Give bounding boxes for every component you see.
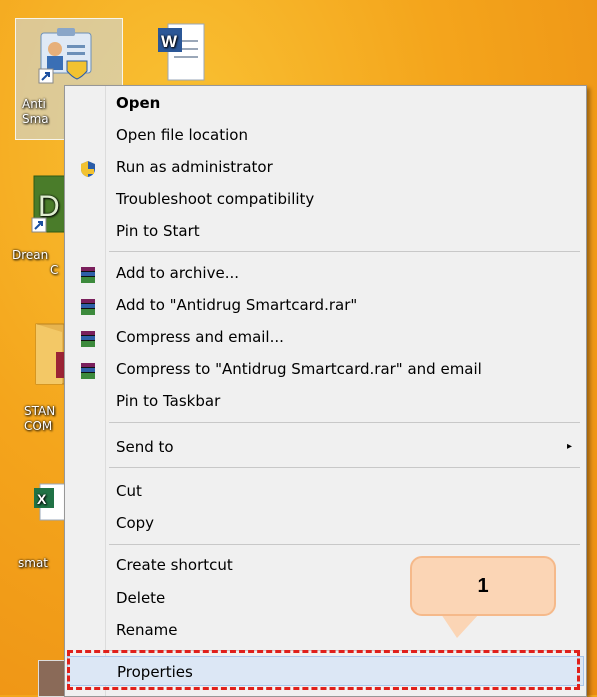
menu-item-open[interactable]: Open xyxy=(67,88,584,118)
menu-item-label: Rename xyxy=(116,621,178,639)
menu-item-troubleshoot-compatibility[interactable]: Troubleshoot compatibility xyxy=(67,184,584,214)
svg-text:W: W xyxy=(161,32,178,51)
menu-separator xyxy=(109,544,580,545)
menu-separator xyxy=(109,422,580,423)
desktop-icon-word-document[interactable]: W xyxy=(140,18,220,84)
menu-item-label: Compress and email... xyxy=(116,328,284,346)
desktop-icon-photo[interactable] xyxy=(38,660,66,697)
menu-separator xyxy=(109,251,580,252)
menu-item-label: Send to xyxy=(116,438,174,456)
properties-highlight-box xyxy=(67,650,580,690)
winrar-icon xyxy=(79,328,97,347)
svg-text:X: X xyxy=(37,491,47,507)
step-callout: 1 xyxy=(410,556,556,616)
menu-item-label: Create shortcut xyxy=(116,556,233,574)
uac-shield-icon xyxy=(79,158,97,177)
callout-pointer xyxy=(441,614,479,638)
menu-item-send-to[interactable]: Send to ▸ xyxy=(67,432,584,462)
menu-item-label: Run as administrator xyxy=(116,158,273,176)
menu-item-label: Open file location xyxy=(116,126,248,144)
winrar-icon xyxy=(79,264,97,283)
menu-item-cut[interactable]: Cut xyxy=(67,476,584,506)
desktop-icon-folder[interactable]: STAN COM xyxy=(0,318,70,448)
menu-item-label: Open xyxy=(116,94,161,112)
menu-item-run-as-administrator[interactable]: Run as administrator xyxy=(67,152,584,182)
menu-item-add-to-archive[interactable]: Add to archive... xyxy=(67,258,584,288)
menu-item-compress-and-email[interactable]: Compress and email... xyxy=(67,322,584,352)
menu-item-label: Copy xyxy=(116,514,155,532)
word-document-icon: W xyxy=(150,18,210,82)
submenu-arrow-icon: ▸ xyxy=(566,441,572,452)
step-number: 1 xyxy=(477,574,489,597)
menu-item-pin-to-start[interactable]: Pin to Start xyxy=(67,216,584,246)
menu-item-label: Delete xyxy=(116,589,166,607)
winrar-icon xyxy=(79,296,97,315)
desktop-icon-label: smat xyxy=(18,556,48,570)
menu-item-open-file-location[interactable]: Open file location xyxy=(67,120,584,150)
menu-item-label: Cut xyxy=(116,482,142,500)
desktop-icon-label: Drean C xyxy=(12,248,59,277)
menu-item-label: Add to "Antidrug Smartcard.rar" xyxy=(116,296,358,314)
winrar-icon xyxy=(79,360,97,379)
app-shortcut-icon xyxy=(37,25,101,89)
menu-item-copy[interactable]: Copy xyxy=(67,508,584,538)
menu-item-rename[interactable]: Rename xyxy=(67,615,584,645)
desktop-icon-dream[interactable]: D Drean C xyxy=(0,172,71,292)
menu-item-add-to-rar[interactable]: Add to "Antidrug Smartcard.rar" xyxy=(67,290,584,320)
menu-item-pin-to-taskbar[interactable]: Pin to Taskbar xyxy=(67,386,584,416)
desktop-icon-excel[interactable]: X smat xyxy=(0,480,69,580)
menu-separator xyxy=(109,467,580,468)
menu-item-label: Add to archive... xyxy=(116,264,239,282)
menu-item-label: Pin to Start xyxy=(116,222,200,240)
menu-item-compress-to-rar-and-email[interactable]: Compress to "Antidrug Smartcard.rar" and… xyxy=(67,354,584,384)
menu-item-label: Pin to Taskbar xyxy=(116,392,221,410)
menu-item-label: Compress to "Antidrug Smartcard.rar" and… xyxy=(116,360,482,378)
desktop-icon-label: Anti Sma xyxy=(22,97,49,126)
menu-item-label: Troubleshoot compatibility xyxy=(116,190,315,208)
desktop-icon-label: STAN COM xyxy=(24,404,56,433)
